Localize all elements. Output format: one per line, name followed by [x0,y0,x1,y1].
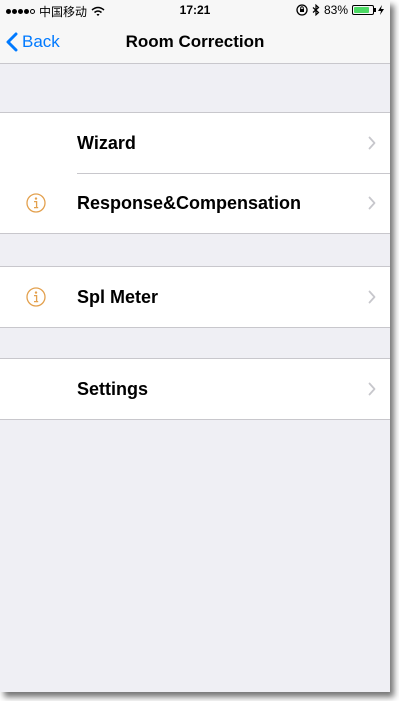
row-label: Wizard [77,132,136,153]
info-icon[interactable] [26,287,46,307]
list-item-spl-meter[interactable]: Spl Meter [0,267,390,327]
battery-level [354,7,369,13]
chevron-right-icon [368,382,376,396]
navigation-bar: Back Room Correction [0,20,390,64]
status-right: 83% [296,3,384,17]
list-item-response-compensation[interactable]: Response&Compensation [0,173,390,233]
info-icon[interactable] [26,193,46,213]
battery-percent: 83% [323,3,348,17]
status-bar: 中国移动 17:21 83% [0,0,390,20]
page-title: Room Correction [125,32,265,51]
row-label: Settings [77,378,149,399]
settings-group-1: Wizard Response&Compensation [0,112,390,234]
phone-screen: 中国移动 17:21 83% Back Room Correction Wiza… [0,0,390,692]
list-item-wizard[interactable]: Wizard [0,113,390,173]
bluetooth-icon [312,4,320,16]
chevron-right-icon [368,136,376,150]
settings-group-3: Settings [0,358,390,420]
settings-group-2: Spl Meter [0,266,390,328]
chevron-right-icon [368,290,376,304]
battery-icon [352,5,376,15]
list-item-settings[interactable]: Settings [0,359,390,419]
chevron-right-icon [368,196,376,210]
row-label: Response&Compensation [77,192,302,213]
charging-icon [378,5,384,15]
row-label: Spl Meter [77,286,159,307]
rotation-lock-icon [296,4,308,16]
